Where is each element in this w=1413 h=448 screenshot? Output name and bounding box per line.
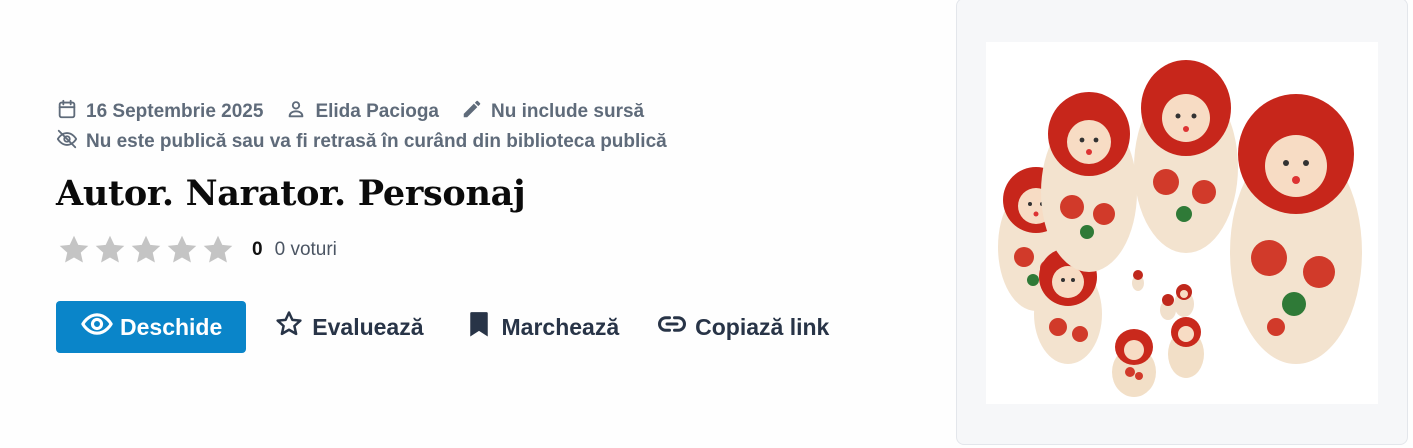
eye-icon [80,307,120,347]
cover-panel [956,0,1408,445]
meta-row: 16 Septembrie 2025 Elida Pacioga Nu incl… [56,98,916,126]
meta-source: Nu include sursă [461,98,644,126]
open-button-label: Deschide [120,313,223,340]
open-button[interactable]: Deschide [56,301,247,353]
document-card: 16 Septembrie 2025 Elida Pacioga Nu incl… [0,0,1413,448]
star-icon[interactable] [128,232,164,268]
bookmark-button-label: Marchează [501,313,620,340]
bookmark-icon [464,309,502,345]
rating: 0 0 voturi [56,230,916,270]
copy-link-button-label: Copiază link [695,313,830,340]
user-icon [285,98,315,126]
star-icon[interactable] [200,232,236,268]
votes-label: voturi [290,239,337,260]
eye-off-icon [56,128,86,156]
doll-small-center-3 [1174,284,1194,317]
doll-small-center-1 [1132,270,1144,291]
votes: 0 voturi [275,239,337,261]
copy-link-button[interactable]: Copiază link [657,309,829,345]
doll-center-back [1134,60,1238,253]
matryoshka-dolls-illustration [986,42,1378,404]
doll-second-back [1041,92,1137,272]
doll-small-center-2 [1160,294,1176,320]
visibility-row: Nu este publică sau va fi retrasă în cur… [56,128,916,156]
meta-source-text: Nu include sursă [491,101,645,122]
document-title[interactable]: Autor. Narator. Personaj [56,172,916,216]
meta-author[interactable]: Elida Pacioga [285,98,439,126]
rate-button-label: Evaluează [312,313,424,340]
rate-button[interactable]: Evaluează [274,309,424,345]
meta-author-text: Elida Pacioga [315,101,439,122]
star-icon[interactable] [56,232,92,268]
calendar-icon [56,98,86,126]
cover-image[interactable] [986,42,1378,404]
meta-date-text: 16 Septembrie 2025 [86,101,264,122]
meta-date: 16 Septembrie 2025 [56,98,263,126]
star-rating[interactable] [56,232,236,268]
meta-visibility: Nu este publică sau va fi retrasă în cur… [56,128,667,156]
doll-small-bottom [1112,329,1156,397]
star-outline-icon [274,309,312,345]
document-info: 16 Septembrie 2025 Elida Pacioga Nu incl… [56,98,916,353]
rating-value: 0 [252,239,263,260]
meta-visibility-text: Nu este publică sau va fi retrasă în cur… [86,131,667,152]
doll-small-right-1 [1168,317,1204,378]
actions-bar: Deschide Evaluează Marchează Copiază lin… [56,301,916,353]
votes-count: 0 [274,239,286,260]
star-icon[interactable] [92,232,128,268]
pencil-icon [461,98,491,126]
doll-right-big [1230,94,1362,364]
star-icon[interactable] [164,232,200,268]
bookmark-button[interactable]: Marchează [464,309,620,345]
link-icon [657,309,695,345]
